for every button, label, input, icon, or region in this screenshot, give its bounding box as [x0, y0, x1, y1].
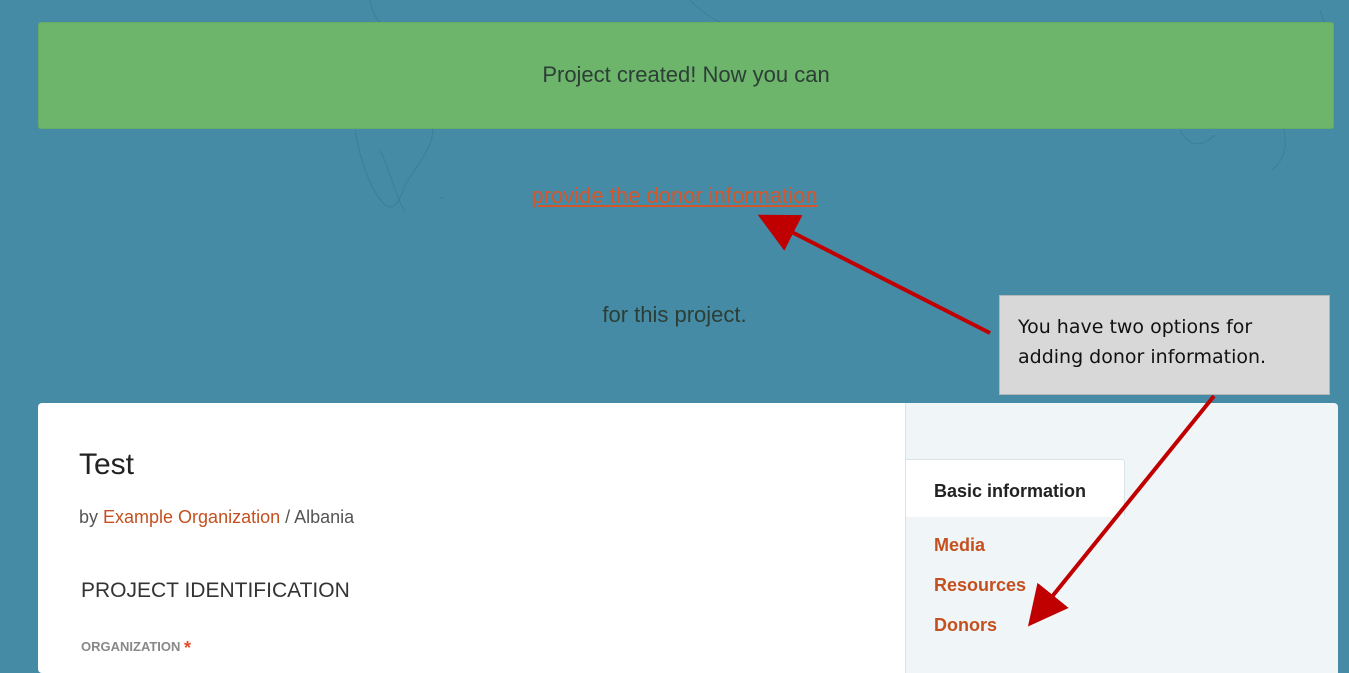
tab-basic-information[interactable]: Basic information — [906, 459, 1125, 517]
flash-message-line1: Project created! Now you can — [542, 62, 830, 87]
organization-link[interactable]: Example Organization — [103, 507, 280, 527]
sidebar-link-donors[interactable]: Donors — [934, 615, 997, 636]
organization-label-text: ORGANIZATION — [81, 639, 181, 654]
project-byline: by Example Organization / Albania — [79, 507, 354, 528]
country-label: Albania — [294, 507, 355, 527]
required-marker: * — [184, 638, 192, 658]
project-card: Test by Example Organization / Albania P… — [38, 403, 1338, 673]
sidebar-link-resources[interactable]: Resources — [934, 575, 1026, 596]
sidebar-nav: Basic information Media Resources Donors — [905, 403, 1338, 673]
organization-field-label: ORGANIZATION * — [81, 638, 191, 659]
byline-prefix: by — [79, 507, 104, 527]
sidebar-link-media[interactable]: Media — [934, 535, 985, 556]
section-title: PROJECT IDENTIFICATION — [81, 579, 350, 602]
byline-separator: / — [280, 507, 295, 527]
tab-basic-information-label: Basic information — [934, 481, 1087, 501]
success-flash-banner: Project created! Now you can — [38, 22, 1334, 129]
provide-donor-info-link[interactable]: provide the donor information — [0, 183, 1349, 209]
instruction-callout: You have two options for adding donor in… — [999, 295, 1330, 395]
project-title: Test — [79, 448, 135, 481]
